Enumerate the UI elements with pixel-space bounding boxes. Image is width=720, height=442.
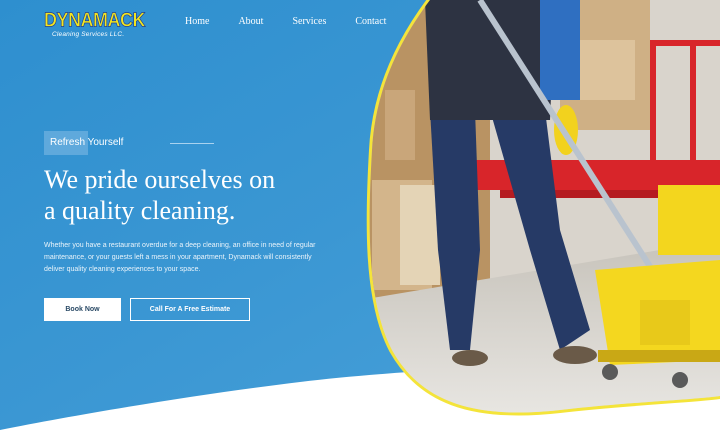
headline-line-2: a quality cleaning.	[44, 196, 236, 225]
nav-item-about[interactable]: About	[238, 16, 263, 28]
logo-wordmark: DYNAMACK	[44, 8, 146, 32]
main-nav: Home About Services Contact	[185, 16, 415, 28]
nav-item-services[interactable]: Services	[292, 16, 326, 28]
brand-logo[interactable]: DYNAMACK Cleaning Services LLC.	[44, 8, 146, 42]
eyebrow-divider	[170, 143, 214, 144]
logo-tagline: Cleaning Services LLC.	[52, 31, 125, 38]
headline-line-1: We pride ourselves on	[44, 165, 276, 194]
book-now-button[interactable]: Book Now	[44, 298, 121, 321]
hero-description: Whether you have a restaurant overdue fo…	[44, 242, 316, 274]
hero-headline: We pride ourselves on a quality cleaning…	[44, 164, 344, 226]
eyebrow-text: Refresh Yourself	[50, 137, 124, 148]
free-estimate-button[interactable]: Call For A Free Estimate	[130, 298, 250, 321]
hero-photo	[369, 0, 720, 413]
nav-item-contact[interactable]: Contact	[355, 16, 386, 28]
nav-item-home[interactable]: Home	[185, 16, 209, 28]
hero-section: DYNAMACK Cleaning Services LLC. Home Abo…	[0, 0, 720, 442]
